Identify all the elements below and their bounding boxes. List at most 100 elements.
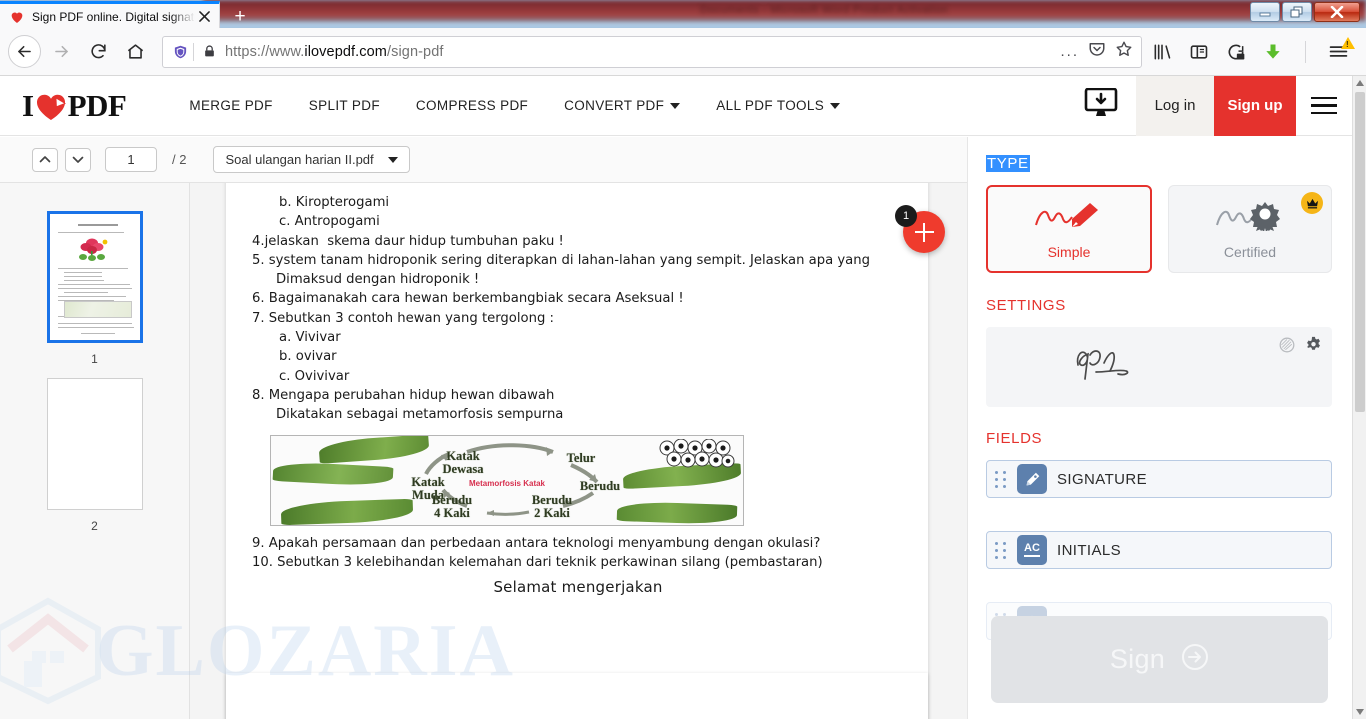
- url-path: /sign-pdf: [386, 43, 444, 60]
- toolbar-divider: [1305, 40, 1306, 63]
- signature-settings-box[interactable]: [986, 327, 1332, 407]
- next-page-button[interactable]: [65, 147, 91, 172]
- nav-label: ALL PDF TOOLS: [716, 98, 825, 113]
- minimize-button[interactable]: [1250, 2, 1280, 22]
- hamburger-icon[interactable]: [1296, 76, 1352, 136]
- heart-icon: [9, 9, 25, 25]
- home-icon[interactable]: [119, 35, 152, 68]
- figure-label-berudu-4-kaki: Berudu 4 Kaki: [431, 492, 473, 520]
- sign-button[interactable]: Sign: [991, 616, 1328, 703]
- header-actions: Log in Sign up: [1066, 75, 1352, 136]
- scroll-down-icon[interactable]: [1353, 705, 1366, 719]
- urlbar-actions: ...: [1060, 40, 1135, 63]
- doc-line: 7. Sebutkan 3 contoh hewan yang tergolon…: [252, 310, 554, 326]
- back-icon[interactable]: [8, 35, 41, 68]
- settings-box-actions: [1279, 336, 1322, 358]
- type-section-title: TYPE: [986, 155, 1030, 172]
- thumbnail-number: 1: [91, 352, 98, 366]
- site-nav: MERGE PDF SPLIT PDF COMPRESS PDF CONVERT…: [171, 98, 858, 113]
- pdf-page-1[interactable]: b. Kiropterogami c. Antropogami 4.jelask…: [226, 183, 928, 719]
- page-actions-icon[interactable]: ...: [1060, 44, 1079, 59]
- site-header: I PDF MERGE PDF SPLIT PDF COMPRESS PDF C…: [0, 75, 1352, 136]
- figure-label-berudu: Berudu: [579, 478, 621, 493]
- drag-handle-icon[interactable]: [995, 541, 1006, 559]
- thumbnail-item[interactable]: 1: [0, 211, 189, 366]
- initials-icon: AC: [1017, 535, 1047, 565]
- thumbnail-page-1[interactable]: [46, 211, 143, 343]
- nav-split-pdf[interactable]: SPLIT PDF: [291, 98, 398, 113]
- thumbnail-item[interactable]: 2: [0, 378, 189, 533]
- library-icon[interactable]: [1150, 40, 1174, 64]
- nav-label: COMPRESS PDF: [415, 98, 529, 113]
- lock-icon[interactable]: [200, 44, 218, 59]
- nav-label: SPLIT PDF: [308, 98, 380, 113]
- pdf-viewer[interactable]: b. Kiropterogami c. Antropogami 4.jelask…: [190, 183, 967, 719]
- drag-handle-icon[interactable]: [995, 470, 1006, 488]
- scroll-up-icon[interactable]: [1353, 76, 1366, 90]
- nav-compress-pdf[interactable]: COMPRESS PDF: [398, 98, 546, 113]
- field-item-signature[interactable]: SIGNATURE: [986, 460, 1332, 498]
- chevron-down-icon: [387, 156, 398, 163]
- type-option-certified[interactable]: Certified: [1168, 185, 1332, 273]
- thumbnail-page-2[interactable]: [46, 378, 143, 510]
- new-tab-button[interactable]: +: [227, 5, 253, 27]
- downloads-icon[interactable]: [1261, 40, 1285, 64]
- doc-line: 8. Mengapa perubahan hidup hewan dibawah: [252, 387, 555, 403]
- url-bar[interactable]: https://www.ilovepdf.com/sign-pdf ...: [162, 35, 1142, 68]
- url-text[interactable]: https://www.ilovepdf.com/sign-pdf: [225, 44, 1060, 60]
- pocket-icon[interactable]: [1088, 40, 1106, 63]
- sidebar-icon[interactable]: [1187, 40, 1211, 64]
- previous-page-button[interactable]: [32, 147, 58, 172]
- url-scheme: https://www.: [225, 43, 305, 60]
- initials-icon[interactable]: [1279, 337, 1295, 358]
- pen-nib-icon: [1017, 464, 1047, 494]
- figure-label-berudu-2-kaki: Berudu 2 Kaki: [531, 492, 573, 520]
- type-option-simple[interactable]: Simple: [986, 185, 1152, 273]
- doc-line: c. Antropogami: [279, 214, 380, 230]
- type-option-label: Certified: [1223, 243, 1277, 260]
- thumbnail-number: 2: [91, 519, 98, 533]
- field-label: SIGNATURE: [1057, 470, 1147, 488]
- signup-button[interactable]: Sign up: [1214, 75, 1296, 136]
- ilovepdf-logo[interactable]: I PDF: [22, 87, 127, 124]
- doc-line: Dimaksud dengan hidroponik !: [276, 272, 480, 288]
- gear-icon[interactable]: [1305, 336, 1322, 358]
- thumb-figure-image: [63, 301, 132, 318]
- window-controls: [1250, 2, 1360, 22]
- page-scrollbar-thumb[interactable]: [1355, 92, 1365, 412]
- logo-text-post: PDF: [67, 87, 127, 123]
- menu-icon[interactable]: [1326, 36, 1355, 64]
- browser-tab[interactable]: Sign PDF online. Digital signatu: [0, 1, 220, 29]
- nav-all-pdf-tools[interactable]: ALL PDF TOOLS: [698, 98, 858, 113]
- type-option-label: Simple: [1047, 243, 1091, 260]
- figure-label-katak-dewasa: Katak Dewasa: [442, 448, 484, 476]
- field-label: INITIALS: [1057, 541, 1122, 559]
- nav-label: CONVERT PDF: [564, 98, 665, 113]
- premium-crown-icon: [1301, 192, 1323, 214]
- thumb-title-line: [77, 224, 118, 226]
- nav-merge-pdf[interactable]: MERGE PDF: [171, 98, 290, 113]
- file-selector[interactable]: Soal ulangan harian II.pdf: [213, 146, 410, 173]
- page-number-input[interactable]: 1: [105, 147, 157, 172]
- pdf-page-2[interactable]: [226, 673, 928, 719]
- desktop-download-button[interactable]: [1066, 76, 1136, 136]
- doc-line: c. Ovivivar: [279, 368, 350, 384]
- shield-icon[interactable]: [169, 44, 191, 60]
- doc-line: a. Vivivar: [279, 330, 341, 346]
- arrow-right-circle-icon: [1181, 643, 1209, 676]
- browser-toolbar: https://www.ilovepdf.com/sign-pdf ...: [0, 28, 1366, 76]
- page-scrollbar[interactable]: [1352, 76, 1366, 719]
- forward-icon[interactable]: [45, 35, 78, 68]
- signature-pen-icon: [1032, 199, 1106, 236]
- restore-button[interactable]: [1282, 2, 1312, 22]
- signature-count-badge: 1: [895, 205, 917, 227]
- close-button[interactable]: [1314, 2, 1360, 22]
- nav-convert-pdf[interactable]: CONVERT PDF: [546, 98, 698, 113]
- login-button[interactable]: Log in: [1136, 75, 1214, 136]
- account-icon[interactable]: [1224, 40, 1248, 64]
- reload-icon[interactable]: [82, 35, 115, 68]
- field-item-initials[interactable]: AC INITIALS: [986, 531, 1332, 569]
- star-icon[interactable]: [1115, 40, 1133, 63]
- close-icon[interactable]: [195, 8, 213, 26]
- settings-section-title: SETTINGS: [986, 297, 1066, 314]
